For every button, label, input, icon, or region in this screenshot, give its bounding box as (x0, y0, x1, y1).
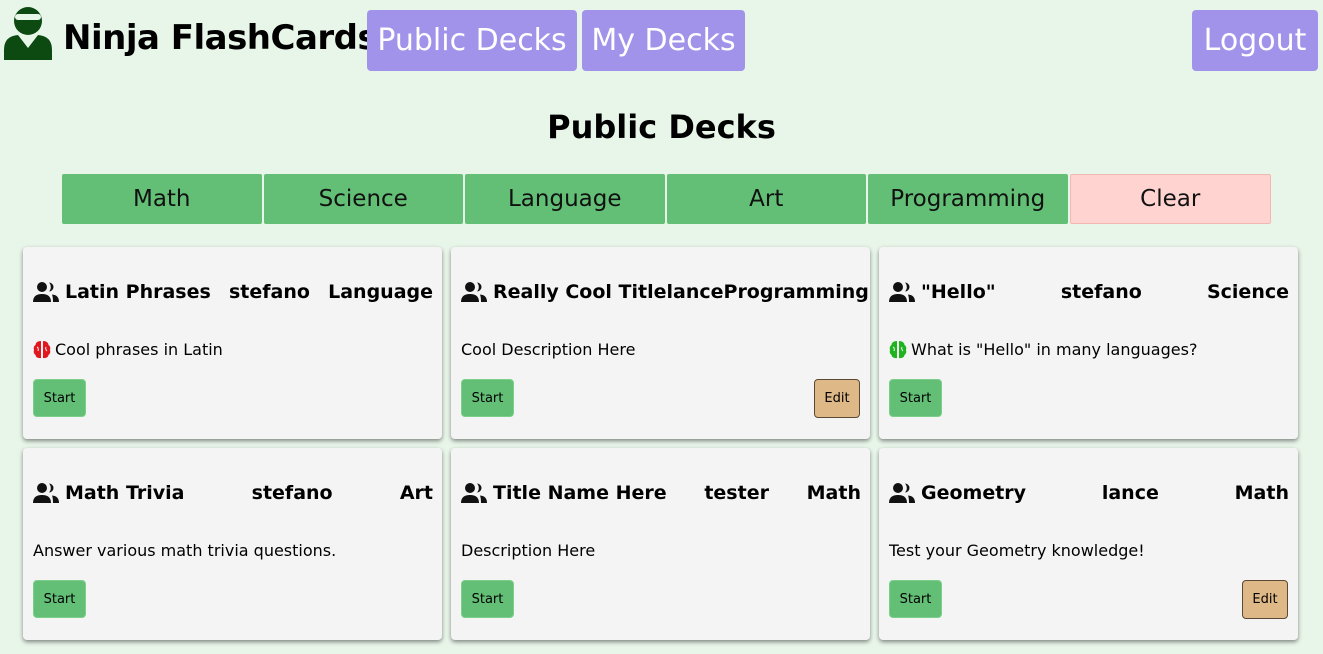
page-title: Public Decks (547, 108, 776, 146)
clear-filter-button[interactable]: Clear (1069, 174, 1271, 224)
brain-icon (889, 341, 907, 359)
ninja-logo-icon (4, 7, 52, 60)
start-button[interactable]: Start (889, 379, 942, 417)
deck-category: Math (806, 482, 861, 504)
start-button[interactable]: Start (461, 379, 514, 417)
deck-description: Description Here (461, 541, 596, 560)
filter-art-button[interactable]: Art (666, 174, 866, 224)
brain-icon (33, 341, 51, 359)
deck-title: Title Name Here (493, 482, 667, 504)
start-button[interactable]: Start (461, 580, 514, 618)
people-icon (33, 483, 59, 503)
deck-description: Test your Geometry knowledge! (889, 541, 1145, 560)
deck-title: Geometry (921, 482, 1027, 504)
start-button[interactable]: Start (33, 379, 86, 417)
people-icon (889, 282, 915, 302)
deck-author: lance (1101, 482, 1159, 504)
deck-card: Really Cool Title lance Programming Cool… (451, 247, 870, 439)
people-icon (33, 282, 59, 302)
deck-card: "Hello" stefano Science What is "Hello" … (879, 247, 1298, 439)
deck-category: Language (328, 281, 433, 303)
logout-button[interactable]: Logout (1192, 10, 1318, 71)
deck-category: Art (399, 482, 433, 504)
start-button[interactable]: Start (889, 580, 942, 618)
deck-author: stefano (251, 482, 333, 504)
deck-category: Science (1206, 281, 1289, 303)
category-filter-bar: Math Science Language Art Programming Cl… (62, 174, 1271, 224)
edit-button[interactable]: Edit (1242, 580, 1288, 619)
deck-author: lance (666, 281, 724, 303)
deck-description: What is "Hello" in many languages? (911, 340, 1198, 359)
deck-author: stefano (1060, 281, 1142, 303)
deck-title: Math Trivia (65, 482, 185, 504)
app-brand: Ninja FlashCards (63, 18, 378, 58)
filter-language-button[interactable]: Language (465, 174, 665, 224)
deck-description: Answer various math trivia questions. (33, 541, 337, 560)
deck-title: Latin Phrases (65, 281, 211, 303)
filter-math-button[interactable]: Math (62, 174, 262, 224)
deck-category: Programming (723, 281, 869, 303)
deck-title: "Hello" (921, 281, 996, 303)
deck-card: Title Name Here tester Math Description … (451, 448, 870, 640)
start-button[interactable]: Start (33, 580, 86, 618)
people-icon (461, 282, 487, 302)
deck-card: Geometry lance Math Test your Geometry k… (879, 448, 1298, 640)
deck-description: Cool Description Here (461, 340, 636, 359)
edit-button[interactable]: Edit (814, 379, 860, 418)
filter-programming-button[interactable]: Programming (868, 174, 1068, 224)
deck-description: Cool phrases in Latin (55, 340, 223, 359)
deck-category: Math (1234, 482, 1289, 504)
people-icon (889, 483, 915, 503)
deck-card: Latin Phrases stefano Language Cool phra… (23, 247, 442, 439)
deck-card: Math Trivia stefano Art Answer various m… (23, 448, 442, 640)
deck-title: Really Cool Title (493, 281, 667, 303)
my-decks-nav-button[interactable]: My Decks (582, 10, 745, 71)
public-decks-nav-button[interactable]: Public Decks (367, 10, 577, 71)
deck-author: tester (704, 482, 769, 504)
header: Ninja FlashCards Public Decks My Decks L… (0, 0, 1323, 86)
deck-author: stefano (228, 281, 310, 303)
filter-science-button[interactable]: Science (263, 174, 463, 224)
people-icon (461, 483, 487, 503)
deck-grid: Latin Phrases stefano Language Cool phra… (23, 247, 1298, 640)
